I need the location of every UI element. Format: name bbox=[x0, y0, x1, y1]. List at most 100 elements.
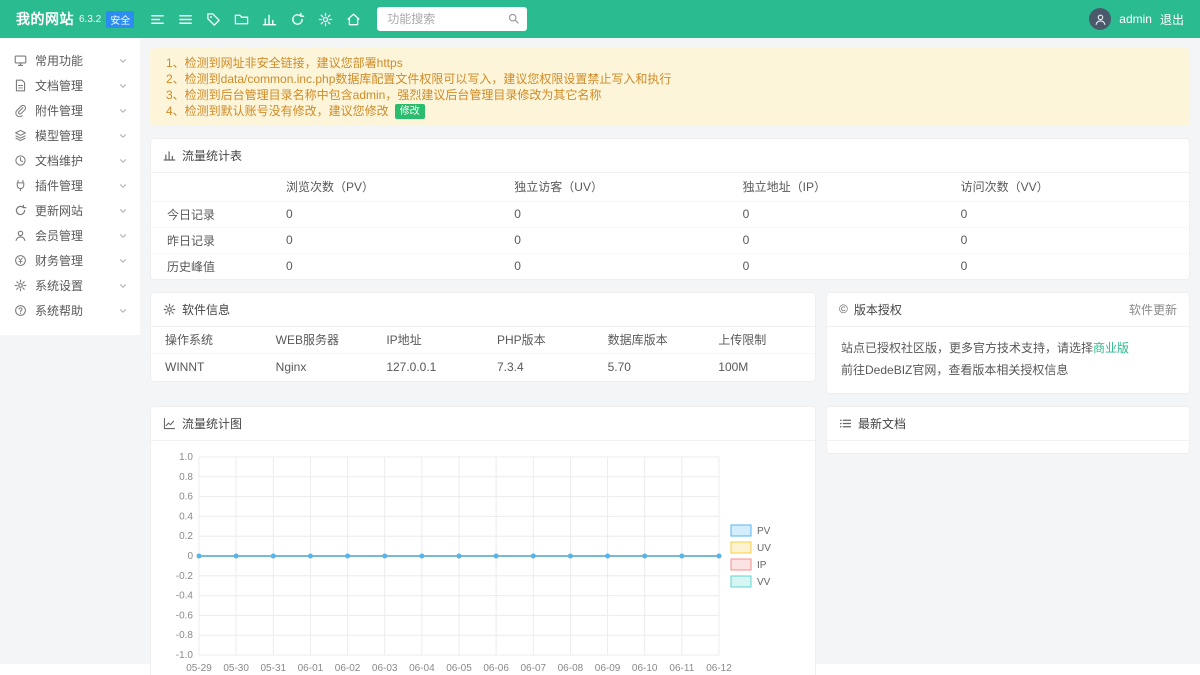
sidebar-item-label: 系统设置 bbox=[35, 277, 118, 294]
svg-text:06-05: 06-05 bbox=[446, 663, 472, 674]
svg-text:-1.0: -1.0 bbox=[176, 650, 194, 661]
empty-header-cell bbox=[151, 173, 286, 201]
row-label: 历史峰值 bbox=[151, 253, 286, 279]
sidebar-item-label: 模型管理 bbox=[35, 127, 118, 144]
cell-value: 0 bbox=[286, 201, 514, 227]
sidebar-item-label: 会员管理 bbox=[35, 227, 118, 244]
chevron-down-icon bbox=[118, 206, 128, 216]
chevron-down-icon bbox=[118, 281, 128, 291]
monitor-icon bbox=[14, 54, 27, 67]
svg-text:06-07: 06-07 bbox=[520, 663, 546, 674]
cell-value: 0 bbox=[743, 227, 961, 253]
chevron-down-icon bbox=[118, 131, 128, 141]
search-input[interactable] bbox=[377, 7, 527, 31]
table-row-today: 今日记录 0 0 0 0 bbox=[151, 201, 1189, 227]
sidebar-item-attachment-manage[interactable]: 附件管理 bbox=[0, 98, 140, 123]
svg-text:0.4: 0.4 bbox=[179, 511, 193, 522]
site-title: 我的网站 bbox=[16, 9, 74, 29]
svg-text:06-06: 06-06 bbox=[483, 663, 509, 674]
sidebar-item-member-manage[interactable]: 会员管理 bbox=[0, 223, 140, 248]
home-icon[interactable] bbox=[346, 12, 361, 27]
sidebar-item-label: 文档维护 bbox=[35, 152, 118, 169]
sidebar-item-system-settings[interactable]: 系统设置 bbox=[0, 273, 140, 298]
search-icon[interactable] bbox=[507, 12, 520, 25]
fix-button[interactable]: 修改 bbox=[395, 104, 425, 119]
sidebar-item-label: 更新网站 bbox=[35, 202, 118, 219]
svg-text:06-08: 06-08 bbox=[558, 663, 584, 674]
cell-value: 0 bbox=[961, 201, 1189, 227]
plug-icon bbox=[14, 179, 27, 192]
refresh-icon[interactable] bbox=[290, 12, 305, 27]
svg-text:06-09: 06-09 bbox=[595, 663, 621, 674]
table-row: WINNT Nginx 127.0.0.1 7.3.4 5.70 100M bbox=[151, 353, 815, 381]
sidebar-item-system-help[interactable]: 系统帮助 bbox=[0, 298, 140, 323]
cell-value: 0 bbox=[961, 227, 1189, 253]
chevron-down-icon bbox=[118, 256, 128, 266]
avatar[interactable] bbox=[1089, 8, 1111, 30]
chevron-down-icon bbox=[118, 156, 128, 166]
sidebar: 常用功能 文档管理 附件管理 模型管理 文档维护 bbox=[0, 38, 140, 335]
line-chart-icon bbox=[163, 417, 176, 430]
logout-link[interactable]: 退出 bbox=[1160, 11, 1184, 28]
table-header-row: 操作系统 WEB服务器 IP地址 PHP版本 数据库版本 上传限制 bbox=[151, 327, 815, 353]
column-header-ip: 独立地址（IP） bbox=[743, 173, 961, 201]
nav-toggle-icon[interactable] bbox=[150, 12, 165, 27]
alert-line: 1、检测到网址非安全链接，建议您部署https bbox=[166, 55, 1174, 71]
card-header: 流量统计图 bbox=[151, 407, 815, 441]
sidebar-menu: 常用功能 文档管理 附件管理 模型管理 文档维护 bbox=[0, 38, 140, 335]
cell-value: 0 bbox=[286, 227, 514, 253]
sidebar-item-document-manage[interactable]: 文档管理 bbox=[0, 73, 140, 98]
license-text: 站点已授权社区版，更多官方技术支持，请选择 bbox=[841, 341, 1093, 355]
chevron-down-icon bbox=[118, 81, 128, 91]
chevron-down-icon bbox=[118, 306, 128, 316]
cell-value: 7.3.4 bbox=[483, 353, 594, 381]
traffic-stats-table: 浏览次数（PV） 独立访客（UV） 独立地址（IP） 访问次数（VV） 今日记录… bbox=[151, 173, 1189, 279]
topbar-icons bbox=[150, 12, 361, 27]
sidebar-item-update-site[interactable]: 更新网站 bbox=[0, 198, 140, 223]
svg-text:0.2: 0.2 bbox=[179, 531, 193, 542]
sidebar-item-label: 系统帮助 bbox=[35, 302, 118, 319]
software-info-card: 软件信息 操作系统 WEB服务器 IP地址 PHP版本 数据库版本 上传限制 bbox=[150, 292, 816, 382]
cell-value: 0 bbox=[514, 227, 742, 253]
license-line: 前往DedeBIZ官网，查看版本相关授权信息 bbox=[841, 359, 1175, 381]
chart-icon[interactable] bbox=[262, 12, 277, 27]
site-version: 6.3.2 bbox=[79, 14, 101, 25]
chevron-down-icon bbox=[118, 106, 128, 116]
sidebar-item-label: 常用功能 bbox=[35, 52, 118, 69]
gear-icon[interactable] bbox=[318, 12, 333, 27]
sidebar-item-finance-manage[interactable]: 财务管理 bbox=[0, 248, 140, 273]
menu-icon[interactable] bbox=[178, 12, 193, 27]
cell-value: 100M bbox=[704, 353, 815, 381]
svg-text:-0.6: -0.6 bbox=[176, 610, 194, 621]
sidebar-item-label: 插件管理 bbox=[35, 177, 118, 194]
chevron-down-icon bbox=[118, 56, 128, 66]
svg-text:05-31: 05-31 bbox=[260, 663, 286, 674]
svg-text:VV: VV bbox=[757, 577, 771, 588]
cell-value: 0 bbox=[514, 201, 742, 227]
card-header: 最新文档 bbox=[827, 407, 1189, 441]
security-badge[interactable]: 安全 bbox=[106, 11, 134, 28]
software-update-link[interactable]: 软件更新 bbox=[1129, 301, 1177, 318]
svg-text:0.8: 0.8 bbox=[179, 472, 193, 483]
commercial-version-link[interactable]: 商业版 bbox=[1093, 341, 1129, 355]
svg-text:-0.4: -0.4 bbox=[176, 591, 194, 602]
folder-icon[interactable] bbox=[234, 12, 249, 27]
document-icon bbox=[14, 79, 27, 92]
svg-text:06-02: 06-02 bbox=[335, 663, 361, 674]
refresh-icon bbox=[14, 204, 27, 217]
main-content: 1、检测到网址非安全链接，建议您部署https 2、检测到data/common… bbox=[140, 38, 1200, 675]
sidebar-item-model-manage[interactable]: 模型管理 bbox=[0, 123, 140, 148]
sidebar-item-plugin-manage[interactable]: 插件管理 bbox=[0, 173, 140, 198]
sidebar-item-document-maintain[interactable]: 文档维护 bbox=[0, 148, 140, 173]
svg-text:0.6: 0.6 bbox=[179, 492, 193, 503]
clock-icon bbox=[14, 154, 27, 167]
alert-line: 4、检测到默认账号没有修改，建议您修改 修改 bbox=[166, 103, 1174, 119]
sidebar-item-common-functions[interactable]: 常用功能 bbox=[0, 48, 140, 73]
username[interactable]: admin bbox=[1119, 12, 1152, 26]
sidebar-item-label: 文档管理 bbox=[35, 77, 118, 94]
cell-value: 0 bbox=[961, 253, 1189, 279]
cell-value: Nginx bbox=[262, 353, 373, 381]
svg-text:06-01: 06-01 bbox=[298, 663, 324, 674]
gear-icon bbox=[14, 279, 27, 292]
tag-icon[interactable] bbox=[206, 12, 221, 27]
